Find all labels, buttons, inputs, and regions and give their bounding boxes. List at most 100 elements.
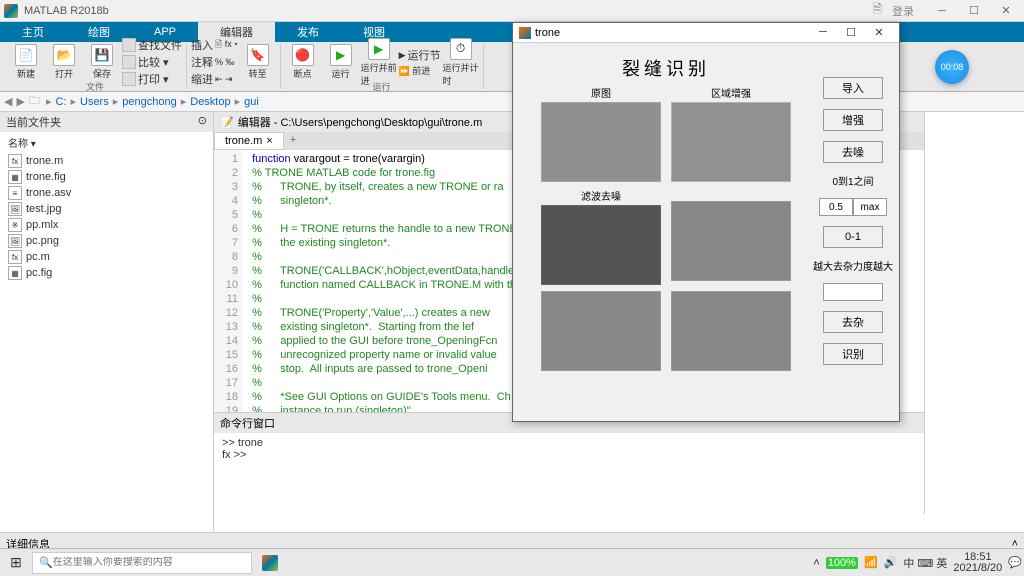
comment[interactable]: 注释 % ‰: [191, 54, 238, 70]
crumb[interactable]: pengchong: [122, 96, 176, 108]
matlab-logo-icon: [4, 4, 18, 18]
save-button[interactable]: 💾保存: [84, 44, 120, 80]
timer-badge: 00:08: [935, 50, 969, 84]
threshold-input-2[interactable]: [853, 198, 887, 216]
file-tab[interactable]: trone.m×: [214, 132, 284, 150]
sidebar-dock-icon[interactable]: ⊙: [198, 114, 207, 130]
gui-title: trone: [535, 27, 560, 39]
gui-close[interactable]: ✕: [865, 26, 893, 39]
gui-icon: [519, 27, 531, 39]
tab-home[interactable]: 主页: [0, 22, 66, 42]
current-folder-panel: 当前文件夹 ⊙ 名称 ▾ fxtrone.m▦trone.fig≡trone.as…: [0, 112, 214, 532]
editor-header: 编辑器 - C:\Users\pengchong\Desktop\gui\tro…: [238, 114, 483, 130]
clock[interactable]: 18:51 2021/8/20: [953, 552, 1002, 574]
file-icon: ▦: [8, 266, 22, 280]
file-item[interactable]: ▦pc.fig: [4, 265, 209, 281]
wifi-icon[interactable]: 📶: [864, 556, 878, 569]
tray-up-icon[interactable]: ˄: [813, 557, 819, 569]
breakpoint-button[interactable]: 🔴断点: [285, 44, 321, 80]
maximize-button[interactable]: ☐: [960, 4, 988, 17]
gui-maximize[interactable]: ☐: [837, 26, 865, 39]
find-files[interactable]: 查找文件: [122, 37, 182, 53]
close-tab-icon[interactable]: ×: [266, 135, 272, 147]
command-window: 命令行窗口⊙ >> trone fx >>: [214, 412, 1024, 532]
crumb[interactable]: Desktop: [190, 96, 230, 108]
binarize-button[interactable]: 0-1: [823, 226, 883, 248]
col-name[interactable]: 名称 ▾: [0, 132, 213, 153]
file-icon: 🖼: [8, 202, 22, 216]
img-caption: 区域增强: [671, 85, 791, 100]
taskbar-search[interactable]: 🔍: [32, 552, 252, 574]
app-title: MATLAB R2018b: [24, 5, 872, 17]
crumb[interactable]: gui: [244, 96, 259, 108]
crumb[interactable]: C:: [55, 96, 66, 108]
file-item[interactable]: ※pp.mlx: [4, 217, 209, 233]
range-label: 0到1之间: [832, 173, 873, 188]
app-titlebar: MATLAB R2018b 🗎 登录 ─ ☐ ✕: [0, 0, 1024, 22]
cmd-prompt[interactable]: fx >>: [222, 449, 1016, 461]
original-image: [541, 102, 661, 182]
search-input[interactable]: [53, 557, 245, 568]
file-icon: ※: [8, 218, 22, 232]
file-item[interactable]: fxtrone.m: [4, 153, 209, 169]
empty-axes: [671, 201, 791, 281]
run-section-opt[interactable]: ▶ 运行节: [399, 47, 441, 63]
img-caption: 滤波去噪: [541, 188, 661, 203]
battery-indicator[interactable]: 100%: [826, 557, 858, 569]
recognize-button[interactable]: 识别: [823, 343, 883, 365]
clean-button[interactable]: 去杂: [823, 311, 883, 333]
gui-minimize[interactable]: ─: [809, 26, 837, 39]
run-time-button[interactable]: ⏱运行并计时: [443, 38, 479, 87]
minimize-button[interactable]: ─: [928, 5, 956, 17]
file-item[interactable]: ▦trone.fig: [4, 169, 209, 185]
trone-gui-window: trone ─ ☐ ✕ 裂缝识别 原图 区域增强 滤波去噪 导入 增强: [512, 22, 900, 422]
file-item[interactable]: 🖼test.jpg: [4, 201, 209, 217]
file-icon: fx: [8, 250, 22, 264]
notification-icon[interactable]: 💬: [1008, 556, 1022, 569]
denoised-image: [541, 205, 661, 285]
back-icon[interactable]: ◀: [4, 95, 12, 108]
cmd-line: >> trone: [222, 437, 1016, 449]
matlab-taskbar-icon[interactable]: [256, 551, 284, 575]
img-caption: 原图: [541, 85, 661, 100]
indent[interactable]: 缩进 ⇤ ⇥: [191, 71, 238, 87]
ime-indicator[interactable]: 中 ⌨ 英: [903, 555, 947, 571]
denoise-button[interactable]: 去噪: [823, 141, 883, 163]
file-icon: ▦: [8, 170, 22, 184]
empty-axes: [671, 291, 791, 371]
run-button[interactable]: ▶运行: [323, 44, 359, 80]
file-item[interactable]: ≡trone.asv: [4, 185, 209, 201]
open-button[interactable]: 📂打开: [46, 44, 82, 80]
up-icon[interactable]: 🗀: [29, 92, 40, 111]
threshold-input-1[interactable]: [819, 198, 853, 216]
fwd-icon[interactable]: ▶: [16, 95, 24, 108]
file-item[interactable]: 🖼pc.png: [4, 233, 209, 249]
print[interactable]: 打印 ▾: [122, 71, 182, 87]
start-button[interactable]: ⊞: [2, 551, 30, 575]
file-item[interactable]: fxpc.m: [4, 249, 209, 265]
tab-publish[interactable]: 发布: [275, 22, 341, 42]
import-button[interactable]: 导入: [823, 77, 883, 99]
search-doc-icon[interactable]: 🗎: [872, 0, 882, 21]
enhance-button[interactable]: 增强: [823, 109, 883, 131]
close-button[interactable]: ✕: [992, 4, 1020, 17]
goto-button[interactable]: 🔖转至: [240, 44, 276, 80]
empty-axes: [541, 291, 661, 371]
insert[interactable]: 插入 🖹 fx ▾: [191, 37, 238, 53]
windows-taskbar: ⊞ 🔍 ˄ 100% 📶 🔊 中 ⌨ 英 18:51 2021/8/20 💬: [0, 548, 1024, 576]
strength-input[interactable]: [823, 283, 883, 301]
new-tab-button[interactable]: +: [284, 132, 302, 150]
advance-opt[interactable]: ⏩ 前进: [399, 64, 441, 77]
sound-icon[interactable]: 🔊: [884, 556, 898, 569]
compare[interactable]: 比较 ▾: [122, 54, 182, 70]
file-icon: fx: [8, 154, 22, 168]
gui-big-title: 裂缝识别: [519, 49, 813, 85]
login-link[interactable]: 登录: [892, 3, 914, 19]
cmd-header: 命令行窗口: [220, 415, 275, 431]
strength-label: 越大去杂力度越大: [813, 258, 893, 273]
workspace-panel: [924, 112, 1024, 514]
file-icon: ≡: [8, 186, 22, 200]
new-button[interactable]: 📄新建: [8, 44, 44, 80]
sidebar-header: 当前文件夹: [6, 114, 61, 130]
crumb[interactable]: Users: [80, 96, 109, 108]
